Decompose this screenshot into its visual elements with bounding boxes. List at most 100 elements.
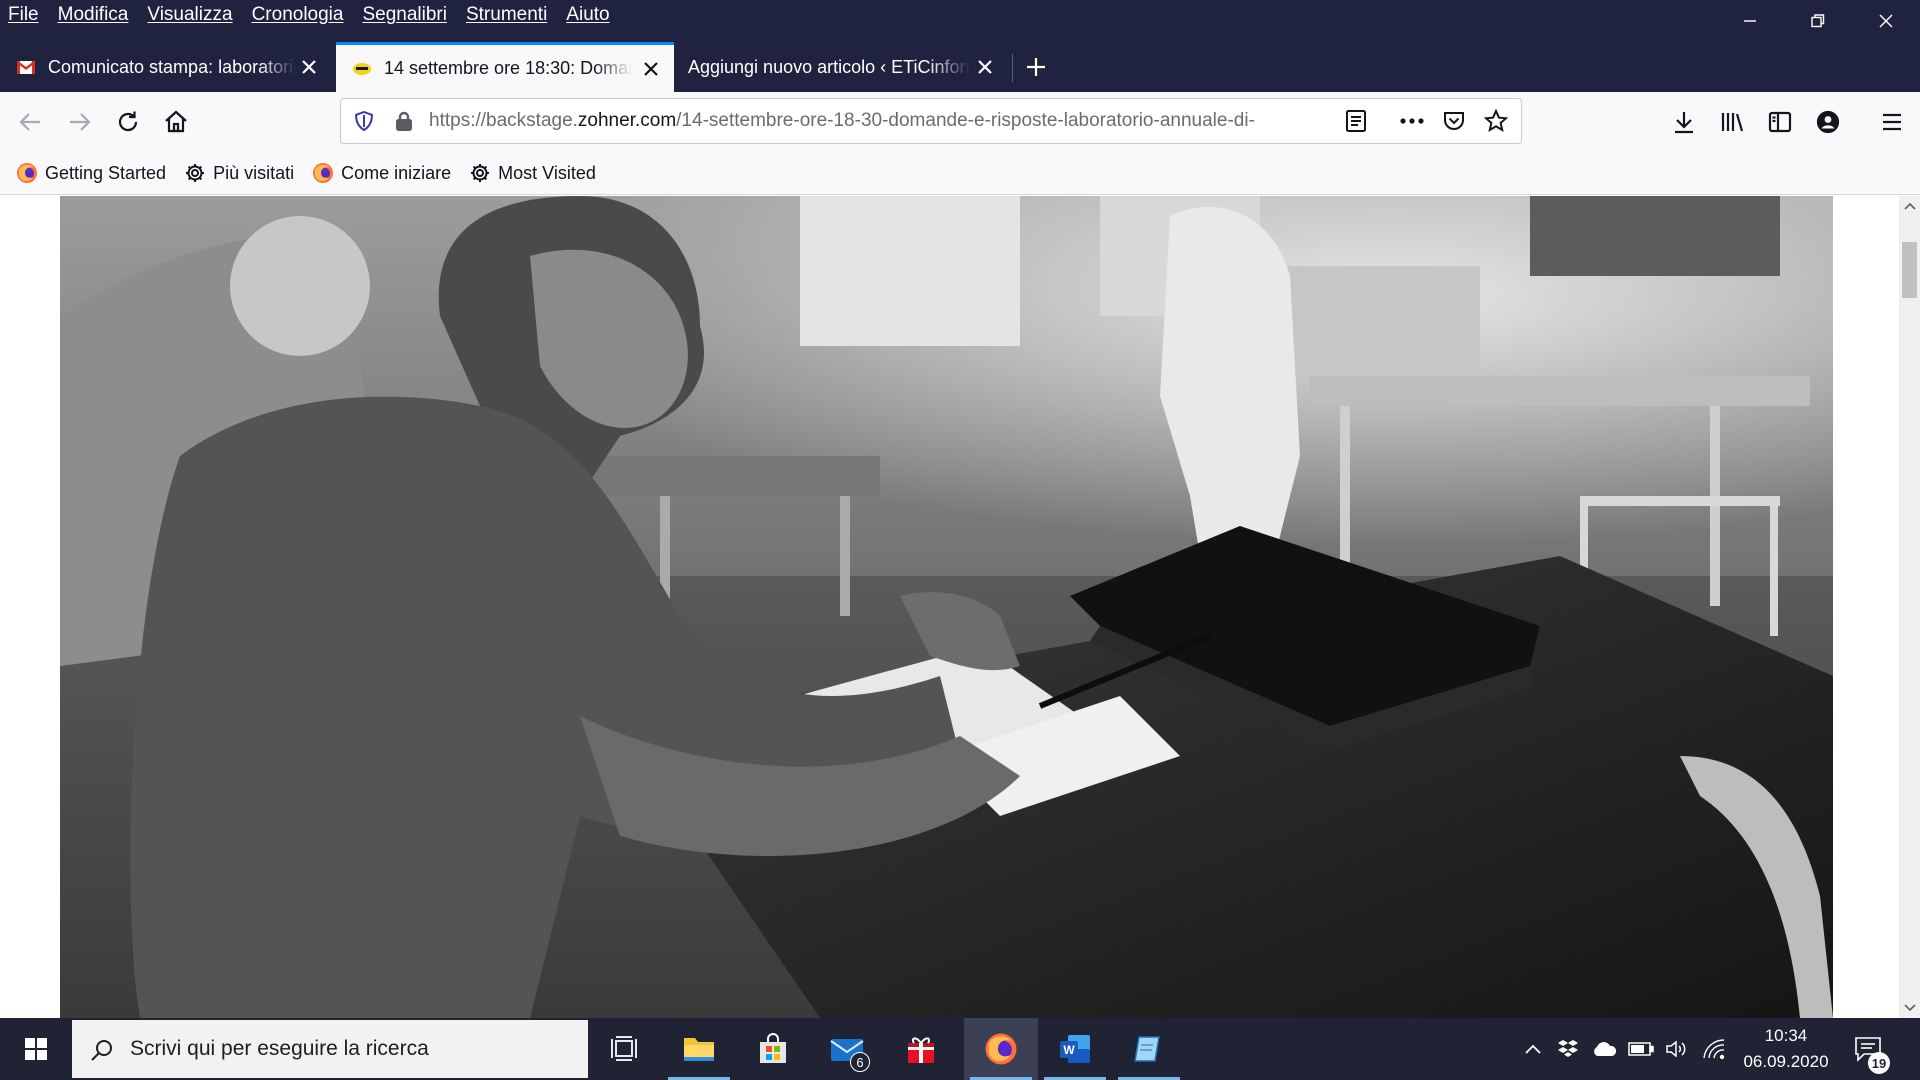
bookmark-star-button[interactable]	[1481, 106, 1511, 136]
tray-onedrive[interactable]	[1588, 1018, 1620, 1080]
account-button[interactable]	[1810, 104, 1846, 140]
bookmarks-toolbar: Getting Started Più visitati Come inizia…	[0, 152, 1920, 195]
taskbar-firefox[interactable]	[964, 1018, 1038, 1080]
taskbar-search-box[interactable]: Scrivi qui per eseguire la ricerca	[72, 1020, 588, 1078]
menu-modifica[interactable]: Modifica	[58, 4, 129, 26]
menu-aiuto[interactable]: Aiuto	[566, 4, 609, 26]
taskbar-clock[interactable]: 10:34 06.09.2020	[1743, 1018, 1829, 1080]
taskbar-microsoft-store[interactable]	[736, 1018, 810, 1080]
star-icon	[1484, 109, 1508, 133]
bookmark-come-iniziare[interactable]: Come iniziare	[312, 162, 451, 184]
menu-segnalibri[interactable]: Segnalibri	[362, 4, 447, 26]
tab-close-button[interactable]	[640, 58, 662, 80]
search-icon	[91, 1040, 112, 1061]
page-scrollbar[interactable]	[1899, 196, 1920, 1018]
speaker-icon	[1666, 1040, 1686, 1058]
url-prefix: https://backstage.	[429, 110, 578, 131]
site-favicon	[353, 62, 371, 75]
site-identity-button[interactable]	[389, 106, 419, 136]
wifi-icon	[1703, 1039, 1725, 1060]
close-icon	[978, 60, 992, 74]
tray-battery[interactable]	[1624, 1018, 1658, 1080]
tab-close-button[interactable]	[298, 56, 320, 78]
url-host: zohner.com	[577, 110, 677, 131]
close-window-button[interactable]	[1852, 0, 1920, 42]
reload-button[interactable]	[110, 104, 146, 140]
arrow-right-icon	[70, 113, 91, 131]
back-button[interactable]	[12, 104, 48, 140]
tab-strip: Comunicato stampa: laboratorio 14 settem…	[0, 42, 1920, 92]
tab-14-settembre[interactable]: 14 settembre ore 18:30: Domande	[336, 42, 674, 92]
clock-date: 06.09.2020	[1743, 1052, 1829, 1071]
start-button[interactable]	[0, 1018, 72, 1080]
forward-button[interactable]	[62, 104, 98, 140]
menu-visualizza[interactable]: Visualizza	[147, 4, 232, 26]
show-hidden-icons-button[interactable]	[1518, 1018, 1548, 1080]
svg-text:W: W	[1063, 1043, 1075, 1057]
pocket-icon	[1444, 112, 1464, 130]
reload-icon	[118, 111, 138, 132]
firefox-icon	[313, 163, 334, 183]
store-bag-icon	[760, 1033, 786, 1063]
word-icon: W	[1060, 1035, 1090, 1063]
bookmark-most-visited[interactable]: Most Visited	[469, 162, 596, 184]
more-horizontal-icon	[1400, 118, 1424, 124]
close-icon	[1879, 14, 1893, 28]
reader-view-button[interactable]	[1341, 106, 1371, 136]
menu-file[interactable]: File	[8, 4, 39, 26]
gear-icon	[186, 164, 205, 182]
chevron-down-icon	[1903, 1004, 1916, 1012]
sidebar-icon	[1768, 111, 1792, 133]
tab-separator	[1012, 54, 1013, 82]
home-button[interactable]	[158, 104, 194, 140]
gear-icon	[471, 164, 490, 182]
address-bar[interactable]: https://backstage.zohner.com/14-settembr…	[340, 98, 1522, 144]
plus-icon	[1027, 58, 1045, 76]
windows-taskbar: Scrivi qui per eseguire la ricerca 6 W 1…	[0, 1018, 1920, 1080]
url-text[interactable]: https://backstage.zohner.com/14-settembr…	[429, 99, 1334, 143]
new-tab-button[interactable]	[1022, 46, 1050, 88]
navigation-toolbar: https://backstage.zohner.com/14-settembr…	[0, 92, 1920, 152]
taskbar-gift-app[interactable]	[884, 1018, 958, 1080]
taskbar-word[interactable]: W	[1038, 1018, 1112, 1080]
menu-cronologia[interactable]: Cronologia	[252, 4, 344, 26]
tracking-protection-button[interactable]	[349, 106, 379, 136]
tab-comunicato-stampa[interactable]: Comunicato stampa: laboratorio	[0, 42, 332, 92]
folder-icon	[684, 1038, 714, 1061]
minimize-button[interactable]	[1716, 0, 1784, 42]
scroll-down-button[interactable]	[1899, 998, 1920, 1018]
taskbar-file-explorer[interactable]	[662, 1018, 736, 1080]
library-button[interactable]	[1714, 104, 1750, 140]
tray-volume[interactable]	[1660, 1018, 1694, 1080]
task-view-button[interactable]	[588, 1018, 662, 1080]
taskbar-notepad-app[interactable]	[1112, 1018, 1186, 1080]
bookmark-getting-started[interactable]: Getting Started	[16, 162, 166, 184]
menu-bar: File Modifica Visualizza Cronologia Segn…	[0, 0, 629, 30]
scroll-thumb[interactable]	[1902, 242, 1917, 298]
task-view-icon	[611, 1036, 637, 1061]
bookmark-piu-visitati[interactable]: Più visitati	[184, 162, 294, 184]
shield-icon	[354, 110, 374, 132]
sidebar-button[interactable]	[1762, 104, 1798, 140]
search-placeholder: Scrivi qui per eseguire la ricerca	[130, 1037, 429, 1060]
clock-time: 10:34	[1764, 1026, 1808, 1045]
page-actions-button[interactable]	[1397, 106, 1427, 136]
restore-button[interactable]	[1784, 0, 1852, 42]
downloads-button[interactable]	[1666, 104, 1702, 140]
tray-network[interactable]	[1696, 1018, 1732, 1080]
tab-aggiungi-articolo[interactable]: Aggiungi nuovo articolo ‹ ETiCinforma	[674, 42, 1008, 92]
scroll-up-button[interactable]	[1899, 196, 1920, 216]
notepad-icon	[1134, 1036, 1160, 1062]
gmail-icon	[16, 61, 36, 74]
taskbar-mail[interactable]: 6	[810, 1018, 884, 1080]
chevron-up-icon	[1525, 1044, 1541, 1054]
main-menu-button[interactable]	[1874, 104, 1910, 140]
chevron-up-icon	[1903, 202, 1916, 210]
firefox-icon	[17, 163, 37, 183]
tab-close-button[interactable]	[974, 56, 996, 78]
pocket-button[interactable]	[1439, 106, 1469, 136]
tray-dropbox[interactable]	[1552, 1018, 1584, 1080]
menu-strumenti[interactable]: Strumenti	[466, 4, 547, 26]
page-content	[0, 196, 1899, 1018]
gift-icon	[908, 1037, 934, 1063]
